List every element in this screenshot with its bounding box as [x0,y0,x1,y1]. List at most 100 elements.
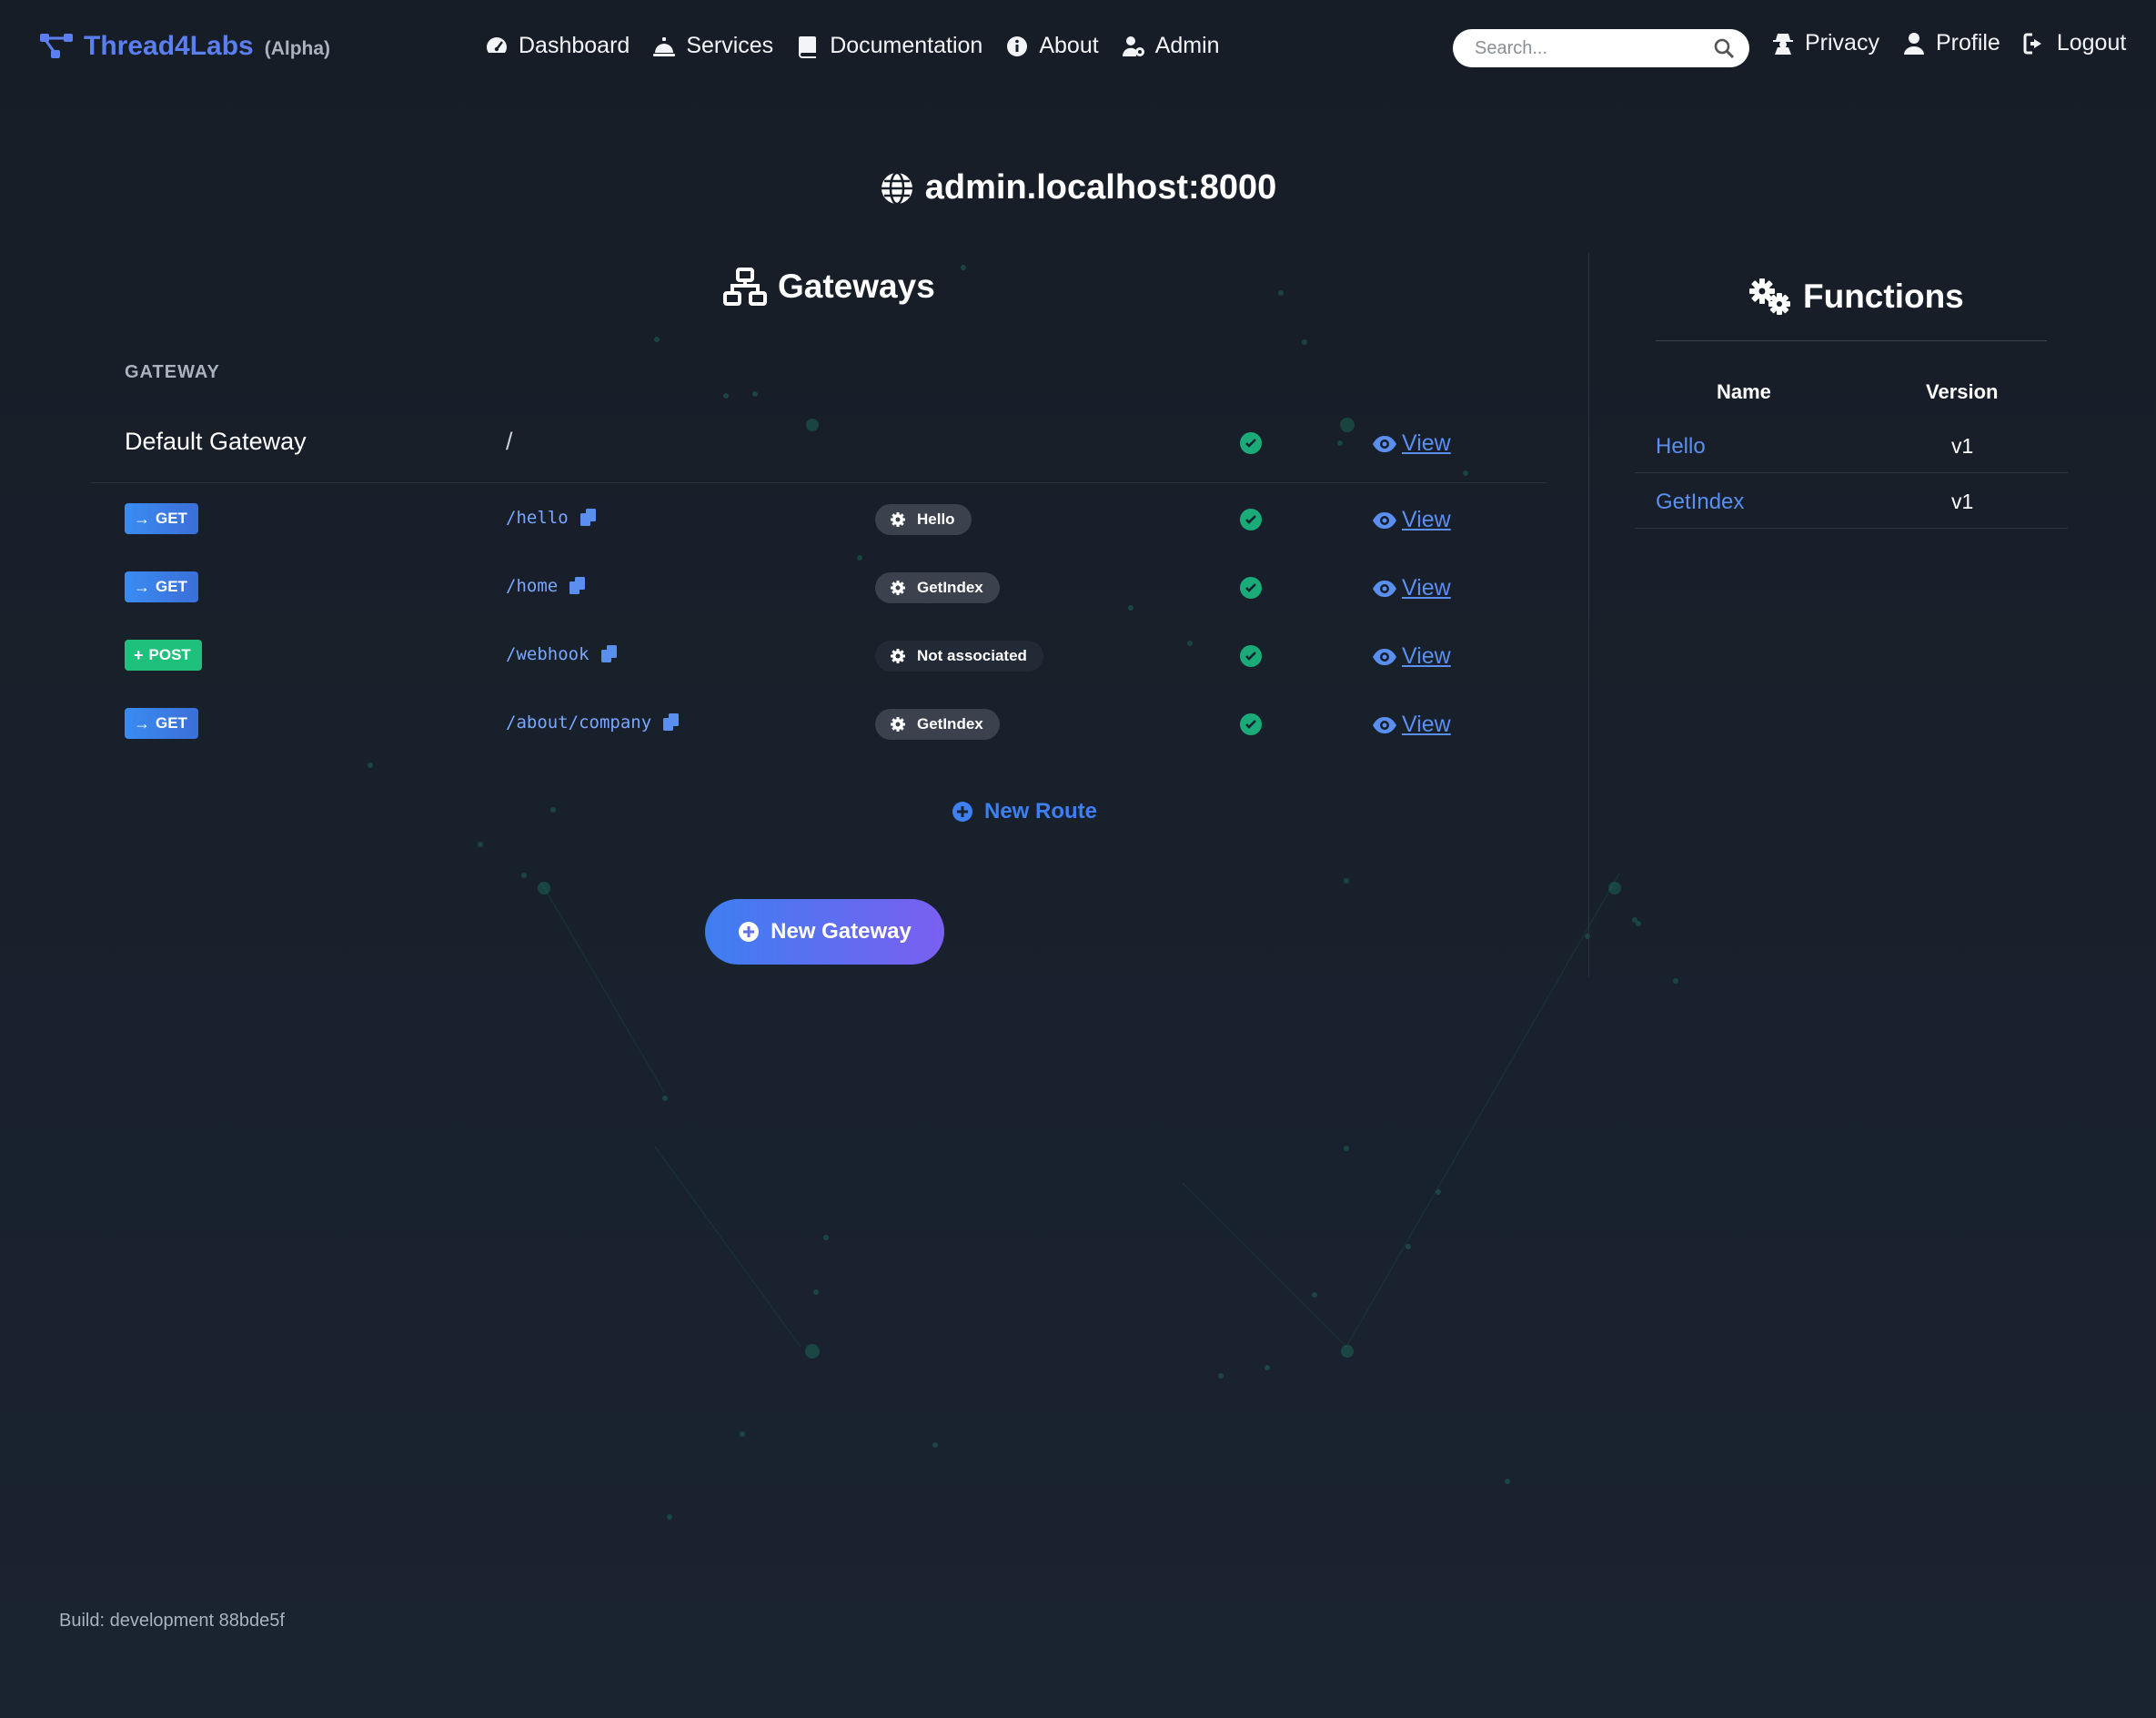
function-pill-label: Hello [917,510,955,528]
top-navbar: Thread4Labs (Alpha) Dashboard Services D… [0,0,2156,100]
nav-services-label: Services [686,33,774,58]
gears-icon [1749,278,1790,315]
method-label: GET [156,510,187,527]
bell-icon [653,36,676,56]
info-icon [1007,35,1028,56]
nav-admin-label: Admin [1154,33,1220,58]
gateway-view-link[interactable]: View [1372,430,1451,457]
build-info: Build: development 88bde5f [59,1611,285,1631]
user-secret-icon [1773,33,1793,55]
method-badge-get[interactable]: → GET [125,708,198,739]
route-view-link[interactable]: View [1372,507,1451,533]
function-pill-label: GetIndex [917,715,983,733]
function-pill-label: Not associated [917,647,1027,664]
nav-logout-label: Logout [2056,30,2127,56]
section-divider [1588,253,1589,976]
search-icon[interactable] [1713,37,1735,59]
status-check-icon [1240,645,1262,667]
function-link[interactable]: Hello [1656,434,1706,460]
gateway-column-header: GATEWAY [125,362,220,382]
globe-icon [881,171,912,205]
gear-icon [891,717,905,732]
main-nav: Dashboard Services Documentation About A… [484,33,1242,59]
status-check-icon [1240,432,1262,454]
functions-title: Functions [1803,278,1964,315]
column-header-name: Name [1717,380,1771,403]
route-view-link[interactable]: View [1372,712,1451,738]
copy-icon[interactable] [579,508,598,528]
nav-about-label: About [1039,33,1099,58]
nav-admin[interactable]: Admin [1121,33,1220,59]
nav-dashboard-label: Dashboard [519,33,630,58]
view-label: View [1402,507,1451,532]
search-input[interactable] [1453,29,1698,67]
route-path-text: /home [506,576,559,596]
plus-icon: + [134,645,144,664]
new-route-button[interactable]: New Route [952,799,1097,824]
functions-title-underline [1656,340,2047,341]
nav-services[interactable]: Services [651,33,773,59]
status-check-icon [1240,577,1262,599]
user-nav: Privacy Profile Logout [1770,30,2126,56]
eye-icon [1373,716,1396,733]
route-path[interactable]: /home [506,576,587,596]
gear-icon [891,649,905,663]
gear-icon [891,512,905,527]
search-box [1453,29,1749,67]
copy-icon[interactable] [600,644,619,664]
function-link[interactable]: GetIndex [1656,490,1744,515]
route-view-link[interactable]: View [1372,575,1451,601]
functions-heading: Functions [1748,278,1964,316]
nav-privacy[interactable]: Privacy [1770,30,1879,56]
view-label: View [1402,430,1451,456]
status-check-icon [1240,509,1262,531]
nav-dashboard[interactable]: Dashboard [484,33,630,59]
nav-logout[interactable]: Logout [2022,30,2126,56]
plus-circle-icon [952,802,972,822]
new-route-label: New Route [984,799,1098,824]
new-gateway-label: New Gateway [771,919,912,944]
user-icon [1903,32,1924,55]
function-pill-label: GetIndex [917,579,983,596]
copy-icon[interactable] [662,712,680,733]
method-badge-get[interactable]: → GET [125,503,198,534]
copy-icon[interactable] [569,576,587,596]
gauge-icon [487,36,507,53]
route-path-text: /hello [506,508,569,528]
nav-privacy-label: Privacy [1805,30,1879,56]
route-path[interactable]: /webhook [506,644,619,664]
eye-icon [1373,511,1396,529]
nav-documentation-label: Documentation [830,33,983,58]
status-check-icon [1240,713,1262,735]
function-pill: Hello [875,504,972,535]
new-gateway-button[interactable]: New Gateway [705,899,944,965]
nav-about[interactable]: About [1004,33,1099,59]
gear-icon [891,581,905,595]
brand[interactable]: Thread4Labs (Alpha) [40,31,330,62]
column-header-version: Version [1926,380,1999,403]
plus-circle-icon [739,922,760,942]
view-label: View [1402,575,1451,601]
function-version: v1 [1951,434,1974,458]
route-path[interactable]: /hello [506,508,598,528]
view-label: View [1402,643,1451,669]
brand-logo-icon [40,34,73,58]
route-path[interactable]: /about/company [506,712,680,733]
gateway-divider [91,482,1546,483]
method-label: GET [156,714,187,732]
logout-icon [2023,33,2041,54]
gateways-title: Gateways [778,268,935,305]
function-pill: Not associated [875,641,1043,672]
route-view-link[interactable]: View [1372,643,1451,670]
nav-profile[interactable]: Profile [1901,30,2000,56]
method-badge-post[interactable]: + POST [125,640,202,671]
method-badge-get[interactable]: → GET [125,571,198,602]
background-network [368,265,1678,1520]
method-label: POST [148,646,191,663]
host-name: admin.localhost:8000 [924,168,1277,207]
eye-icon [1373,435,1396,452]
arrow-right-icon: → [134,577,150,596]
brand-name: Thread4Labs [84,31,254,61]
nav-documentation[interactable]: Documentation [795,33,982,59]
gateway-name: Default Gateway [125,428,307,455]
